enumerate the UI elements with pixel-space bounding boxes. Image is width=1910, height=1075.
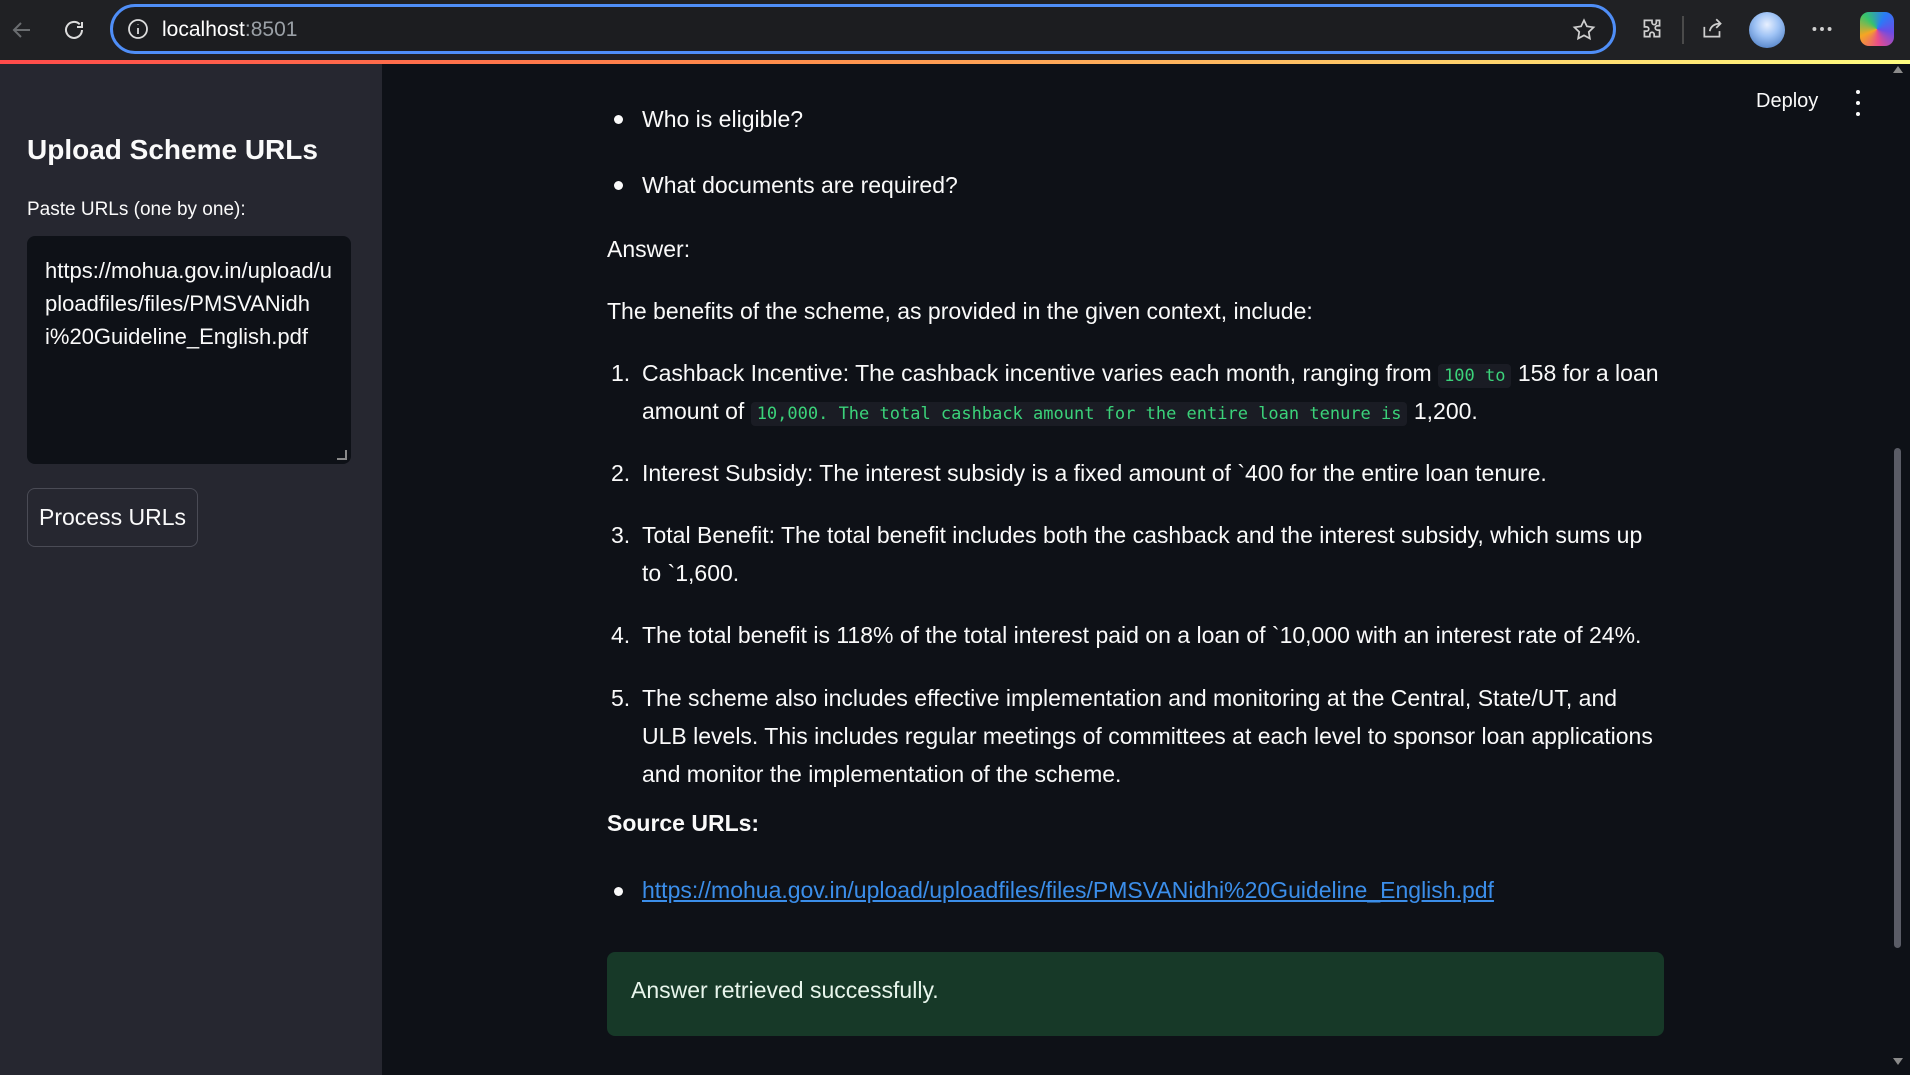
text-run: 1,200.: [1413, 398, 1478, 424]
profile-avatar[interactable]: [1749, 12, 1785, 48]
kebab-menu-icon[interactable]: [1848, 90, 1868, 116]
copilot-icon[interactable]: [1860, 12, 1894, 46]
scroll-down-arrow[interactable]: [1893, 1058, 1903, 1065]
more-icon[interactable]: [1807, 14, 1837, 44]
list-item: The scheme also includes effective imple…: [642, 685, 1653, 787]
text-run: amount of: [642, 398, 745, 424]
list-number: 4.: [611, 622, 631, 648]
url-host: localhost: [162, 18, 245, 41]
deploy-button[interactable]: Deploy: [1756, 90, 1818, 113]
list-item-line: Cashback Incentive: The cashback incenti…: [642, 354, 1659, 395]
url-input-label: Paste URLs (one by one):: [27, 199, 246, 220]
list-item: Total Benefit: The total benefit include…: [642, 522, 1643, 586]
sources-heading: Source URLs:: [607, 810, 760, 836]
sidebar-title: Upload Scheme URLs: [27, 134, 318, 165]
list-item-line: amount of 10,000. The total cashback amo…: [642, 392, 1478, 433]
list-number: 2.: [611, 460, 631, 486]
info-icon[interactable]: [126, 17, 150, 41]
back-icon[interactable]: [4, 12, 40, 48]
inline-code: 10,000. The total cashback amount for th…: [750, 402, 1408, 426]
browser-toolbar: localhost:8501: [0, 0, 1910, 60]
toolbar-divider: [1682, 16, 1684, 44]
text-run: Cashback Incentive: The cashback incenti…: [642, 360, 1432, 386]
url-text[interactable]: localhost:8501: [162, 18, 297, 42]
extensions-icon[interactable]: [1637, 14, 1667, 44]
success-alert: Answer retrieved successfully.: [607, 952, 1664, 1036]
list-number: 5.: [611, 685, 631, 711]
success-message: Answer retrieved successfully.: [631, 977, 939, 1003]
scrollbar-thumb[interactable]: [1894, 448, 1901, 948]
list-item: What documents are required?: [642, 172, 958, 198]
list-number: 1.: [611, 360, 631, 386]
list-number: 3.: [611, 522, 631, 548]
bullet-icon: [614, 887, 623, 896]
list-item: Interest Subsidy: The interest subsidy i…: [642, 460, 1547, 486]
address-bar[interactable]: localhost:8501: [110, 4, 1616, 54]
share-icon[interactable]: [1698, 14, 1728, 44]
url-textarea[interactable]: https://mohua.gov.in/upload/uploadfiles/…: [27, 236, 351, 464]
text-run: 158 for a loan: [1517, 360, 1659, 386]
process-urls-button[interactable]: Process URLs: [27, 488, 198, 547]
inline-code: 100 to: [1438, 364, 1512, 388]
scroll-up-arrow[interactable]: [1893, 66, 1903, 73]
bullet-icon: [614, 115, 623, 124]
star-icon[interactable]: [1571, 17, 1597, 43]
reload-icon[interactable]: [56, 12, 92, 48]
bullet-icon: [614, 181, 623, 190]
source-link[interactable]: https://mohua.gov.in/upload/uploadfiles/…: [642, 871, 1494, 909]
url-port: :8501: [244, 18, 298, 41]
answer-heading: Answer:: [607, 236, 691, 262]
url-textarea-value: https://mohua.gov.in/upload/uploadfiles/…: [45, 258, 333, 349]
resize-handle[interactable]: [337, 450, 347, 460]
answer-intro: The benefits of the scheme, as provided …: [607, 298, 1313, 324]
list-item: The total benefit is 118% of the total i…: [642, 622, 1642, 648]
list-item: Who is eligible?: [642, 106, 804, 132]
